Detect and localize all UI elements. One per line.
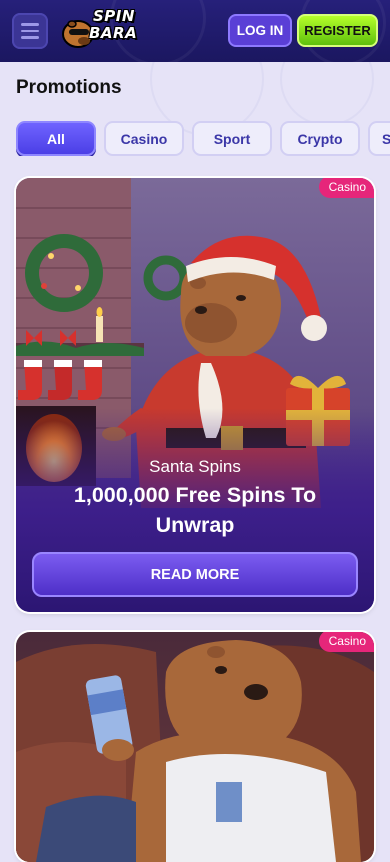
background-swirl (280, 62, 374, 126)
promotion-category-tabs: All Casino Sport Crypto S (16, 121, 390, 156)
hamburger-icon (21, 36, 39, 39)
logo-text-line2: BARA (89, 24, 138, 42)
register-button[interactable]: REGISTER (297, 14, 378, 47)
tab-all[interactable]: All (16, 121, 96, 156)
menu-button[interactable] (12, 13, 48, 49)
promotion-title: 1,000,000 Free Spins To Unwrap (36, 480, 354, 540)
promotion-subtitle: Santa Spins (149, 457, 241, 476)
tab-crypto[interactable]: Crypto (280, 121, 360, 156)
promotion-card[interactable]: Casino (16, 632, 374, 862)
promotion-card[interactable]: Casino (16, 178, 374, 612)
page-title: Promotions (16, 77, 122, 98)
hamburger-icon (21, 23, 39, 26)
top-navigation-bar: SPIN BARA LOG IN REGISTER (0, 0, 390, 62)
promotion-title-line2: Unwrap (155, 513, 235, 537)
category-badge: Casino (318, 632, 374, 652)
logo-wordmark[interactable]: SPIN BARA (89, 7, 137, 41)
tab-more[interactable]: S (368, 121, 390, 156)
santa-capybara-artwork (16, 178, 374, 612)
tab-casino[interactable]: Casino (104, 121, 184, 156)
login-button[interactable]: LOG IN (228, 14, 292, 47)
read-more-button[interactable]: READ MORE (32, 552, 358, 597)
category-badge: Casino (318, 178, 374, 198)
hamburger-icon (21, 29, 39, 33)
tab-sport[interactable]: Sport (192, 121, 272, 156)
lounging-capybara-artwork (16, 632, 374, 862)
promotion-title-line1: 1,000,000 Free Spins To (73, 483, 317, 507)
logo-text-line1: SPIN (93, 7, 135, 25)
